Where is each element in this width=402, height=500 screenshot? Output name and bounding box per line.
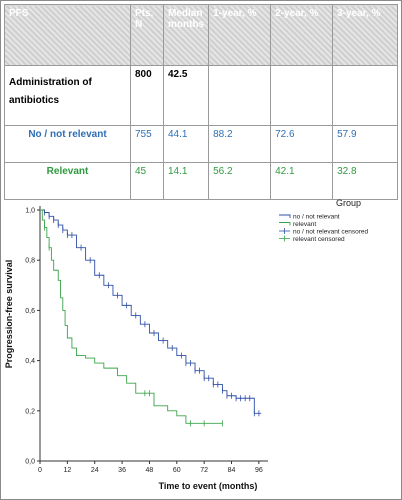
cell-median: 44.1: [162, 125, 210, 163]
legend-label: relevant censored: [293, 236, 345, 243]
x-tick-label: 84: [228, 467, 236, 474]
y-tick-label: 0,6: [25, 308, 35, 315]
x-axis-label: Time to event (months): [159, 481, 258, 491]
table-row: Administration of antibiotics 800 42.5: [4, 65, 399, 126]
y-tick-label: 0,4: [25, 358, 35, 365]
cell-n: 800: [130, 65, 164, 126]
legend-label: no / not relevant: [293, 214, 340, 221]
row-label: No / not relevant: [4, 125, 131, 163]
x-tick-label: 48: [146, 467, 154, 474]
x-tick-label: 96: [255, 467, 263, 474]
legend-swatch-line: [279, 222, 291, 226]
x-tick-label: 0: [38, 467, 42, 474]
km-chart: 0 12 24 36 48 60 72 84 96 0,0 0,2 0,4 0,6 0,8 1,0 Gro…: [4, 198, 369, 491]
table-row: No / not relevant 755 44.1 88.2 72.6 57.…: [4, 125, 399, 163]
x-tick-label: 60: [173, 467, 181, 474]
cell-1year: [208, 65, 272, 126]
series-line-1: [40, 209, 223, 424]
x-tick-label: 36: [118, 467, 126, 474]
header-pfs: PFS: [4, 4, 131, 66]
header-2year: 2-year, %: [270, 4, 334, 66]
x-ticks: 0 12 24 36 48 60 72 84 96: [38, 461, 263, 474]
cell-2year: 72.6: [270, 125, 334, 163]
pfs-table: PFS Pts, N Median months 1-year, % 2-yea…: [4, 4, 399, 200]
legend-title: Group: [336, 198, 361, 208]
cell-1year: 88.2: [208, 125, 272, 163]
header-1year: 1-year, %: [208, 4, 272, 66]
y-tick-label: 1,0: [25, 208, 35, 215]
header-pts: Pts, N: [130, 4, 164, 66]
survival-curves: [40, 209, 262, 427]
y-tick-label: 0,0: [25, 459, 35, 466]
header-3year: 3-year, %: [332, 4, 399, 66]
x-tick-label: 24: [91, 467, 99, 474]
cell-median: 42.5: [162, 65, 210, 126]
legend-label: no / not relevant censored: [293, 229, 369, 236]
x-tick-label: 12: [63, 467, 71, 474]
legend: Group no / not relevantrelevantno / not …: [279, 198, 369, 243]
y-tick-label: 0,8: [25, 258, 35, 265]
y-axis-label: Progression-free survival: [4, 260, 14, 369]
table-header-row: PFS Pts, N Median months 1-year, % 2-yea…: [4, 4, 399, 66]
x-tick-label: 72: [200, 467, 208, 474]
series-line-0: [40, 209, 262, 414]
cell-3year: [332, 65, 399, 126]
legend-swatch-line: [279, 214, 291, 218]
cell-n: 755: [130, 125, 164, 163]
cell-2year: [270, 65, 334, 126]
header-median: Median months: [162, 4, 210, 66]
row-label: Administration of antibiotics: [4, 65, 131, 126]
y-tick-label: 0,2: [25, 408, 35, 415]
legend-label: relevant: [293, 221, 316, 228]
cell-3year: 57.9: [332, 125, 399, 163]
y-ticks: 0,0 0,2 0,4 0,6 0,8 1,0: [25, 208, 40, 466]
